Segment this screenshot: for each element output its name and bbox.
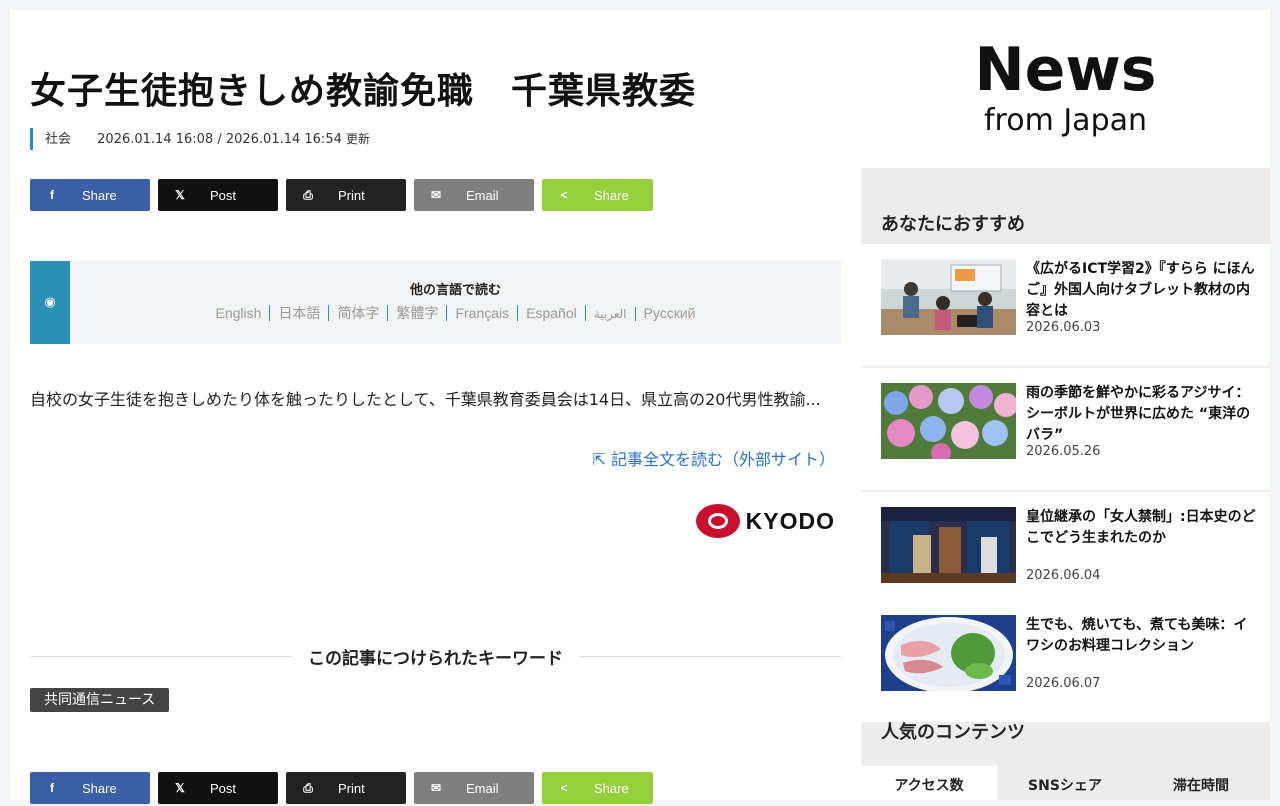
generic-share-button[interactable]: < Share: [542, 772, 653, 804]
divider: [579, 655, 841, 657]
share-icon: <: [560, 781, 568, 795]
facebook-share-label: Share: [82, 187, 117, 203]
keywords-heading: この記事につけられたキーワード: [30, 644, 841, 669]
other-languages-title: 他の言語で読む: [409, 283, 501, 298]
other-languages-box: ◉ 他の言語で読む English 日本語 简体字 繁體字 Français Españo…: [30, 261, 841, 344]
recommend-card-title: 雨の季節を鮮やかに彩るアジサイ：シーボルトが世界に広めた “東洋のバラ”: [1026, 385, 1251, 443]
email-button[interactable]: ✉ Email: [414, 772, 534, 804]
print-label: Print: [338, 187, 365, 203]
external-article-link[interactable]: ⇱ 記事全文を読む（外部サイト）: [592, 446, 835, 470]
sidebar: News from Japan あなたにおすすめ 《広がるICT学習2》『すらら…: [861, 10, 1270, 800]
article-meta: 社会 2026.01.14 16:08 / 2026.01.14 16:54 更…: [30, 128, 370, 150]
tab-access[interactable]: アクセス数: [861, 766, 997, 800]
x-post-button[interactable]: 𝕏 Post: [158, 179, 278, 211]
kyodo-logo: KYODO: [695, 504, 835, 538]
recommend-card[interactable]: 雨の季節を鮮やかに彩るアジサイ：シーボルトが世界に広めた “東洋のバラ” 202…: [861, 368, 1270, 490]
x-post-label: Post: [210, 780, 237, 796]
language-link[interactable]: العربية: [585, 307, 636, 321]
recommend-card-date: 2026.06.07: [1026, 676, 1101, 691]
classroom-thumbnail: [881, 259, 1016, 335]
recommend-card-title: 生でも、焼いても、煮ても美味：イワシのお料理コレクション: [1026, 617, 1248, 654]
globe-icon: ◉: [30, 261, 70, 344]
language-link[interactable]: Español: [518, 305, 586, 321]
generic-share-label: Share: [594, 187, 629, 203]
print-button[interactable]: ⎙ Print: [286, 179, 406, 211]
logo-from-japan: from Japan: [983, 103, 1148, 138]
language-link[interactable]: 繁體字: [388, 305, 448, 321]
email-label: Email: [466, 187, 499, 203]
external-link-icon: ⇱: [592, 450, 606, 469]
kyodo-emblem: [695, 504, 740, 538]
article-title: 女子生徒抱きしめ教諭免職 千葉県教委: [30, 71, 697, 112]
share-bar-bottom: f Share 𝕏 Post ⎙ Print ✉ Email < Share: [30, 772, 653, 804]
external-link-label: 記事全文を読む（外部サイト）: [610, 450, 835, 469]
facebook-share-button[interactable]: f Share: [30, 179, 150, 211]
logo-news: News: [974, 35, 1157, 105]
recommend-card-date: 2026.06.04: [1026, 568, 1101, 583]
article-dates: 2026.01.14 16:08 / 2026.01.14 16:54: [97, 132, 342, 147]
envelope-icon: ✉: [430, 188, 442, 202]
facebook-icon: f: [50, 781, 54, 795]
x-post-button[interactable]: 𝕏 Post: [158, 772, 278, 804]
recommend-card[interactable]: 《広がるICT学習2》『すらら にほんご』外国人向けタブレット教材の内容とは 2…: [861, 244, 1270, 366]
popular-tabs: アクセス数 SNSシェア 滞在時間: [861, 766, 1270, 800]
kyodo-wordmark: KYODO: [745, 507, 835, 534]
x-icon: 𝕏: [175, 781, 185, 795]
tab-stay-time[interactable]: 滞在時間: [1133, 766, 1269, 800]
site-logo[interactable]: News from Japan: [861, 10, 1270, 168]
recommend-card[interactable]: 皇位継承の「女人禁制」:日本史のどこでどう生まれたのか 2026.06.04: [861, 492, 1270, 614]
keywords-heading-text: この記事につけられたキーワード: [308, 648, 563, 669]
article-main: 女子生徒抱きしめ教諭免職 千葉県教委 社会 2026.01.14 16:08 /…: [30, 10, 841, 804]
ceremony-thumbnail: [881, 507, 1016, 583]
generic-share-label: Share: [594, 780, 629, 796]
recommend-title: あなたにおすすめ: [881, 214, 1025, 235]
recommend-card-title: 皇位継承の「女人禁制」:日本史のどこでどう生まれたのか: [1026, 509, 1256, 546]
tab-sns-share[interactable]: SNSシェア: [997, 766, 1133, 800]
popular-title: 人気のコンテンツ: [881, 722, 1025, 743]
updated-label: 更新: [346, 132, 371, 146]
recommend-card-date: 2026.05.26: [1026, 444, 1101, 459]
x-post-label: Post: [210, 187, 237, 203]
facebook-share-label: Share: [82, 780, 117, 796]
recommend-card-date: 2026.06.03: [1026, 320, 1101, 335]
print-label: Print: [338, 780, 365, 796]
facebook-share-button[interactable]: f Share: [30, 772, 150, 804]
printer-icon: ⎙: [303, 780, 313, 795]
article-body: 自校の女子生徒を抱きしめたり体を触ったりしたとして、千葉県教育委員会は14日、県…: [30, 390, 821, 409]
page: 女子生徒抱きしめ教諭免職 千葉県教委 社会 2026.01.14 16:08 /…: [10, 10, 1270, 804]
x-icon: 𝕏: [175, 188, 185, 202]
hydrangea-thumbnail: [881, 383, 1016, 459]
article-category[interactable]: 社会: [45, 132, 71, 147]
divider: [30, 655, 292, 657]
language-link[interactable]: English: [207, 305, 271, 321]
recommend-card[interactable]: 生でも、焼いても、煮ても美味：イワシのお料理コレクション 2026.06.07: [861, 600, 1270, 722]
printer-icon: ⎙: [303, 187, 313, 202]
sashimi-thumbnail: [881, 615, 1016, 691]
email-label: Email: [466, 780, 499, 796]
generic-share-button[interactable]: < Share: [542, 179, 653, 211]
language-link[interactable]: Français: [447, 305, 519, 321]
language-list: English 日本語 简体字 繁體字 Français Español العربية Ру…: [70, 303, 841, 323]
recommend-card-title: 《広がるICT学習2》『すらら にほんご』外国人向けタブレット教材の内容とは: [1026, 261, 1255, 319]
facebook-icon: f: [50, 188, 54, 202]
language-link[interactable]: 日本語: [270, 305, 330, 321]
print-button[interactable]: ⎙ Print: [286, 772, 406, 804]
share-icon: <: [560, 188, 568, 202]
email-button[interactable]: ✉ Email: [414, 179, 534, 211]
envelope-icon: ✉: [430, 781, 442, 795]
recommend-panel: あなたにおすすめ 《広がるICT学習2》『すらら にほんご』外国人向けタブレット…: [861, 168, 1270, 800]
language-link[interactable]: Русский: [636, 305, 704, 321]
share-bar-top: f Share 𝕏 Post ⎙ Print ✉ Email < Share: [30, 179, 653, 211]
keyword-tag[interactable]: 共同通信ニュース: [30, 688, 170, 712]
language-link[interactable]: 简体字: [329, 305, 389, 321]
